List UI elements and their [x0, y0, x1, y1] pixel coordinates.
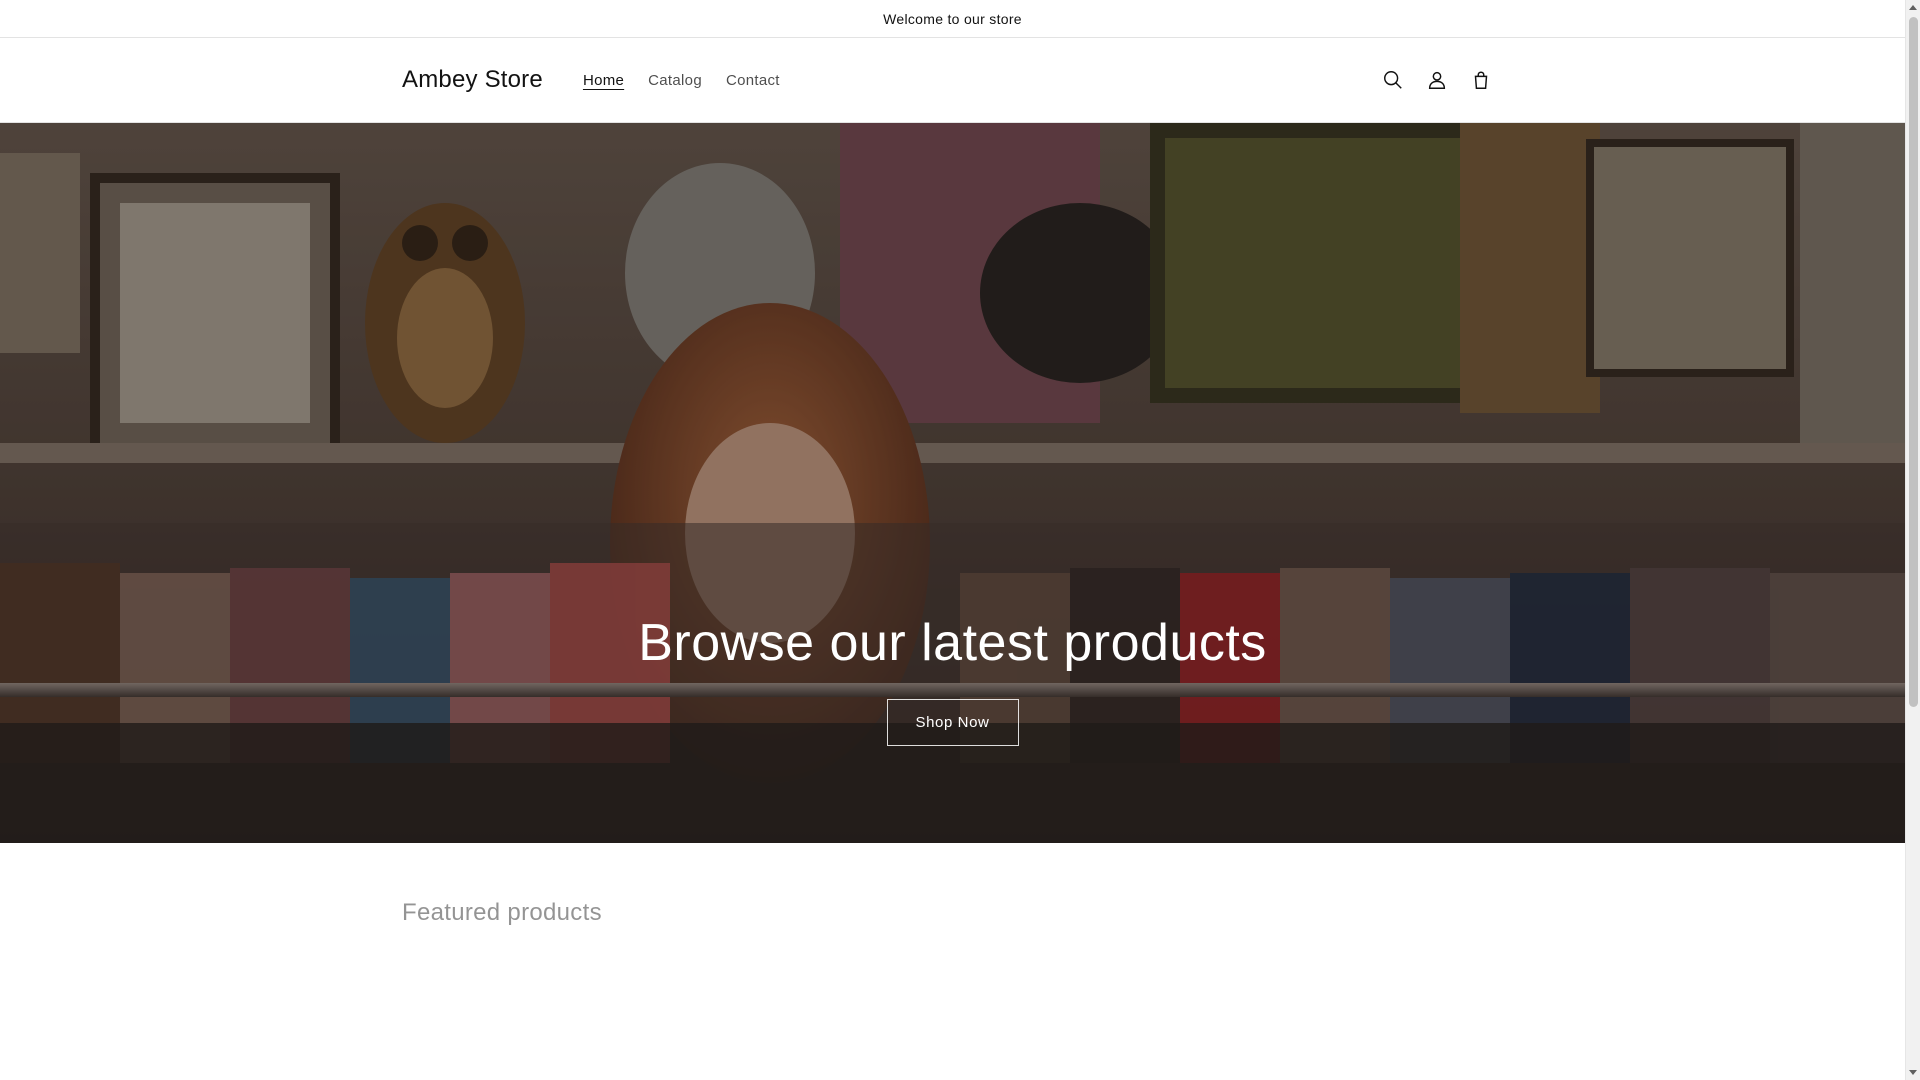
scroll-up-arrow-icon[interactable]: [1909, 5, 1917, 10]
search-icon[interactable]: [1371, 58, 1415, 102]
nav-catalog[interactable]: Catalog: [636, 72, 714, 89]
main-nav: Home Catalog Contact: [571, 72, 792, 89]
store-logo[interactable]: Ambey Store: [402, 66, 543, 94]
scroll-down-arrow-icon[interactable]: [1909, 1070, 1917, 1075]
page: Welcome to our store Ambey Store Home Ca…: [0, 0, 1905, 1080]
hero-banner: Browse our latest products Shop Now: [0, 123, 1905, 843]
header-icons: [1371, 58, 1503, 102]
site-header: Ambey Store Home Catalog Contact: [0, 38, 1905, 123]
nav-contact[interactable]: Contact: [714, 72, 792, 89]
featured-products-title: Featured products: [402, 899, 602, 926]
cart-icon[interactable]: [1459, 58, 1503, 102]
featured-products-section: Featured products: [0, 843, 1905, 1043]
shop-now-button[interactable]: Shop Now: [886, 699, 1019, 746]
hero-content: Browse our latest products Shop Now: [0, 613, 1905, 746]
announcement-bar: Welcome to our store: [0, 0, 1905, 38]
page-scrollbar[interactable]: [1905, 0, 1920, 1080]
nav-home[interactable]: Home: [571, 72, 636, 89]
scrollbar-thumb[interactable]: [1909, 17, 1918, 707]
announcement-text: Welcome to our store: [883, 10, 1022, 27]
hero-title: Browse our latest products: [638, 614, 1267, 672]
account-icon[interactable]: [1415, 58, 1459, 102]
